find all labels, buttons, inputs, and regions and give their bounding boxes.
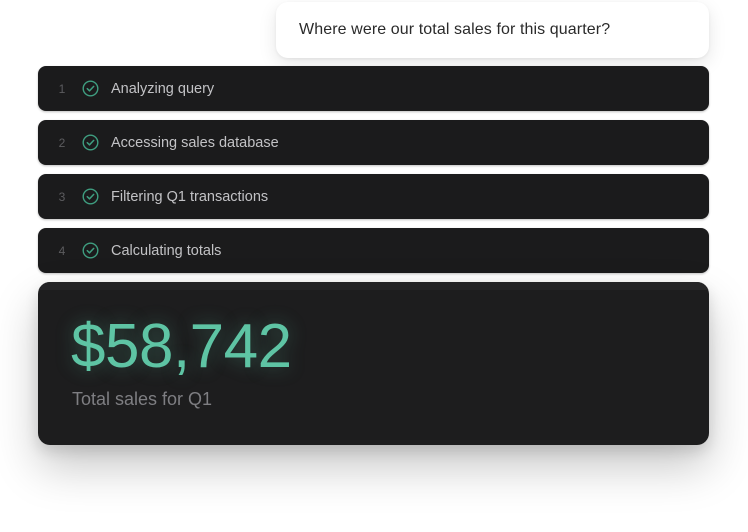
result-card: $58,742 Total sales for Q1 [38, 282, 709, 445]
check-circle-icon [82, 188, 99, 205]
check-circle-icon [82, 134, 99, 151]
step-label: Calculating totals [111, 242, 222, 259]
step-number: 1 [58, 81, 66, 96]
total-sales-caption: Total sales for Q1 [72, 389, 213, 409]
step-number: 4 [58, 243, 66, 258]
total-sales-value: $58,742 [71, 312, 292, 381]
step-label: Filtering Q1 transactions [111, 188, 269, 205]
step-item: 2 Accessing sales database [38, 120, 709, 165]
step-label: Accessing sales database [111, 134, 279, 151]
progress-steps-list: 1 Analyzing query 2 Accessing sales data… [38, 66, 709, 282]
step-label: Analyzing query [111, 80, 215, 97]
step-number: 3 [58, 189, 66, 204]
user-query-text: Where were our total sales for this quar… [299, 21, 611, 38]
check-circle-icon [82, 242, 99, 259]
check-circle-icon [82, 80, 99, 97]
step-item: 4 Calculating totals [38, 228, 709, 273]
step-item: 1 Analyzing query [38, 66, 709, 111]
user-query-bubble: Where were our total sales for this quar… [276, 2, 709, 58]
step-item: 3 Filtering Q1 transactions [38, 174, 709, 219]
step-number: 2 [58, 135, 66, 150]
